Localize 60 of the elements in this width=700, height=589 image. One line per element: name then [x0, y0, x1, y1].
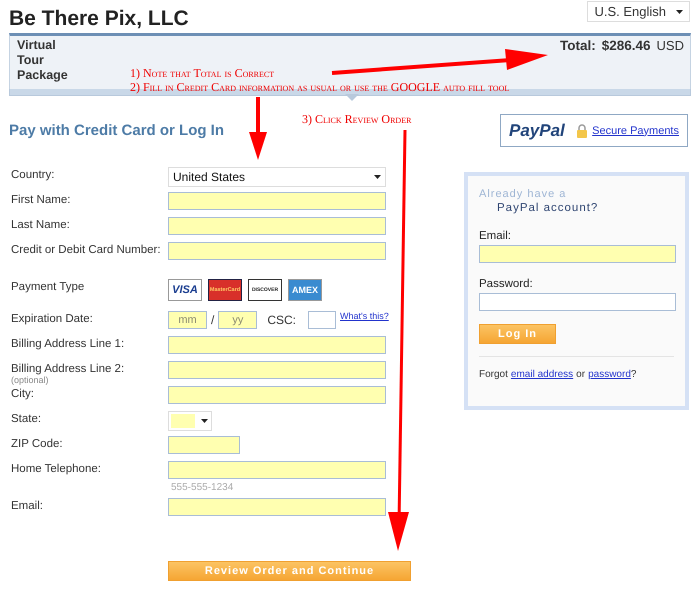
input-field[interactable] [168, 498, 386, 516]
email-link[interactable]: email address [510, 369, 574, 380]
forgot-text: ? [630, 369, 636, 380]
field-label: Billing Address Line 1: [11, 337, 126, 350]
forgot-text: Forgot [479, 369, 508, 380]
total-label: Total: [560, 38, 596, 53]
lock-icon [576, 124, 588, 138]
field-label: Last Name: [11, 218, 71, 231]
input-field[interactable] [168, 192, 386, 210]
forgot-text: or [576, 369, 586, 380]
field-label: Billing Address Line 2: [11, 362, 126, 375]
input-field[interactable] [168, 242, 386, 260]
csc-field[interactable] [308, 311, 336, 329]
panel-heading: Already have a [479, 188, 568, 200]
field-hint: 555-555-1234 [171, 482, 234, 493]
country-select[interactable]: United States [168, 167, 386, 187]
secure-payments-link[interactable]: Secure Payments [592, 124, 679, 136]
logo-text: PayPal [509, 120, 565, 140]
field-label: City: [11, 387, 35, 400]
input-field[interactable] [168, 461, 386, 479]
caret-icon [374, 175, 381, 179]
language-select[interactable]: U.S. English [587, 1, 690, 22]
input-field[interactable] [168, 436, 240, 454]
item-name: Virtual Tour Package [17, 38, 69, 84]
field-label: Password: [479, 278, 534, 290]
field-label: ZIP Code: [11, 437, 64, 450]
field-label: Payment Type [11, 280, 86, 293]
currency: USD [656, 38, 684, 53]
input-field[interactable] [168, 336, 386, 354]
annotation-text: 2) Fill in Credit Card information as usual or use the GOOGLE auto fill tool [130, 80, 510, 95]
input-field[interactable] [479, 245, 676, 263]
caret-icon [676, 10, 683, 14]
section-title: Pay with Credit Card or Log In [9, 122, 224, 139]
state-select[interactable] [168, 411, 212, 431]
input-field[interactable] [479, 293, 676, 311]
field-label: Country: [11, 168, 56, 181]
field-label: First Name: [11, 193, 72, 206]
password-link[interactable]: password [588, 369, 631, 380]
card-logo: VISA [168, 279, 202, 301]
arrow-drawing [249, 97, 267, 160]
annotation-text: 3) Click Review Order [302, 112, 412, 127]
field-label: Home Telephone: [11, 462, 102, 475]
field-note: (optional) [11, 375, 50, 385]
caret-icon [201, 419, 208, 423]
input-field[interactable] [168, 217, 386, 235]
field-label: Email: [11, 499, 44, 512]
field-label: Email: [479, 230, 512, 242]
site-title: Be There Pix, LLC [9, 7, 189, 31]
field-label: State: [11, 412, 42, 425]
separator: / [211, 313, 214, 327]
help-link[interactable]: What's this? [340, 311, 389, 321]
panel-heading: PayPal account? [497, 202, 600, 214]
card-logo: AMEX [288, 279, 322, 301]
annotation-text: 1) Note that Total is Correct [130, 66, 274, 81]
field-label: Credit or Debit Card Number: [11, 243, 162, 256]
field-label: CSC: [267, 313, 296, 327]
input-field[interactable] [168, 386, 386, 404]
field-label: Expiration Date: [11, 312, 94, 325]
total-amount: $286.46 [602, 38, 651, 53]
input-field[interactable] [168, 361, 386, 379]
